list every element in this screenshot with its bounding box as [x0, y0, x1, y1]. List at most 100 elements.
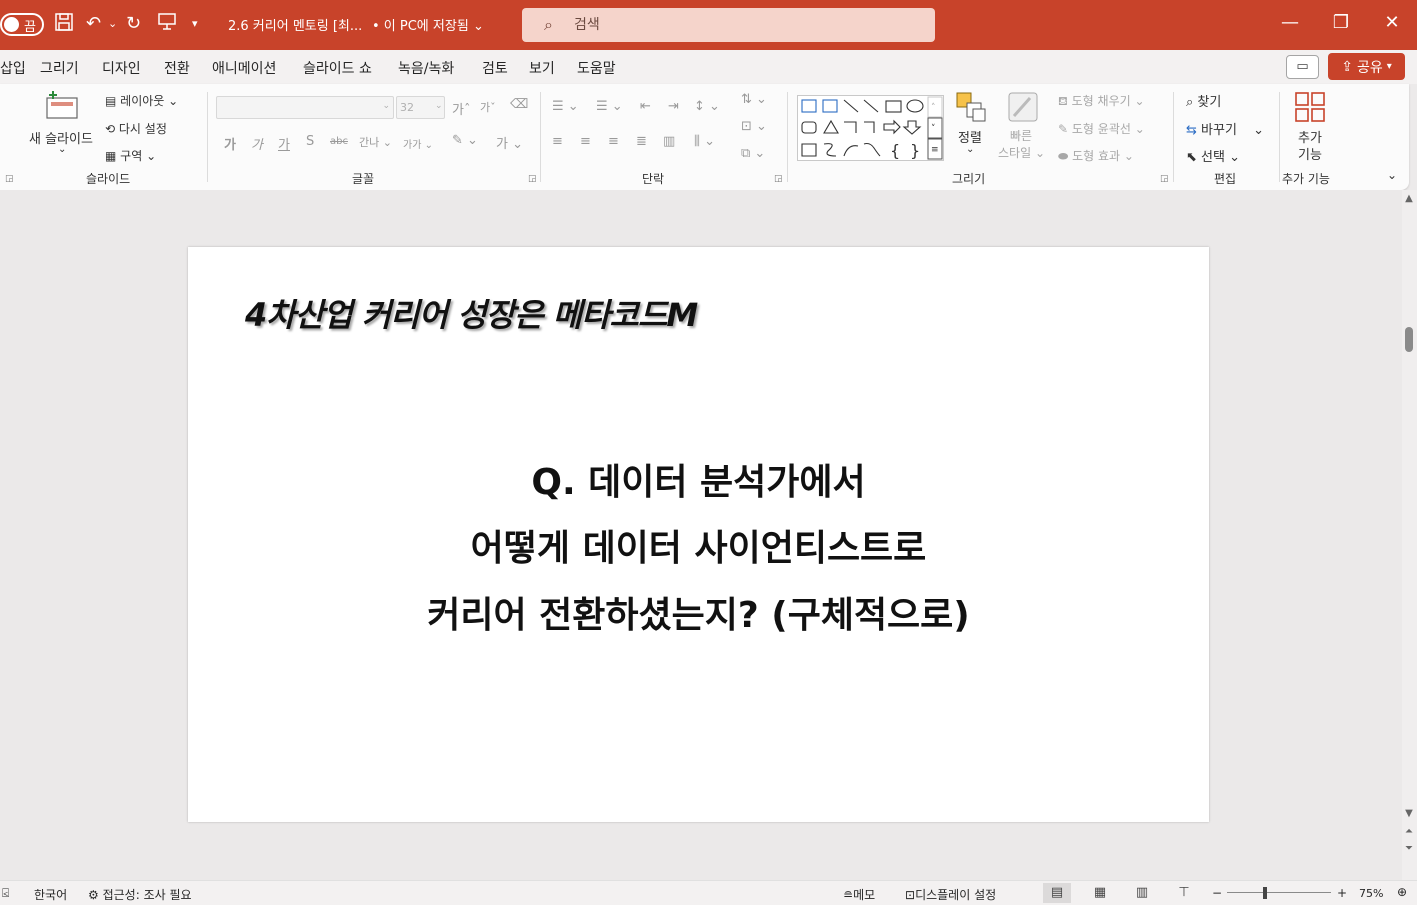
- find-button[interactable]: ⌕ 찾기: [1186, 91, 1221, 110]
- zoom-level[interactable]: 75%: [1359, 887, 1383, 900]
- normal-view-icon[interactable]: ▤: [1043, 883, 1071, 903]
- shape-outline-button[interactable]: ✎ 도형 윤곽선 ⌄: [1058, 120, 1145, 137]
- slide-sorter-icon[interactable]: ▦: [1086, 883, 1114, 903]
- notes-button[interactable]: ≘메모: [843, 886, 875, 903]
- present-icon[interactable]: [158, 12, 176, 37]
- bullets-icon[interactable]: ☰ ⌄: [552, 99, 579, 114]
- tab-draw[interactable]: 그리기: [40, 58, 79, 78]
- slideshow-view-icon[interactable]: ⊤: [1170, 883, 1198, 903]
- shape-fill-button[interactable]: ⛾ 도형 채우기 ⌄: [1058, 92, 1145, 110]
- previous-slide-icon[interactable]: ⏶: [1403, 826, 1415, 837]
- comments-button[interactable]: ▭: [1286, 55, 1319, 79]
- customize-qat-icon[interactable]: ▾: [192, 12, 198, 36]
- underline-icon[interactable]: 가: [278, 134, 290, 153]
- shapes-gallery[interactable]: { } ˄ ˅ ≡: [797, 95, 944, 161]
- zoom-out-icon[interactable]: −: [1212, 886, 1222, 900]
- tab-slideshow[interactable]: 슬라이드 쇼: [303, 58, 372, 78]
- italic-icon[interactable]: 가: [251, 134, 263, 153]
- increase-indent-icon[interactable]: ⇥: [668, 99, 679, 114]
- redo-icon[interactable]: ↻: [126, 12, 141, 36]
- text-direction-icon[interactable]: ⇅ ⌄: [741, 92, 767, 107]
- accessibility-status[interactable]: ⚙ 접근성: 조사 필요: [88, 886, 192, 903]
- slide-title[interactable]: 4차산업 커리어 성장은 메타코드M: [245, 290, 698, 336]
- grow-font-icon[interactable]: 가ˆ: [452, 99, 470, 118]
- scroll-up-icon[interactable]: ▲: [1403, 193, 1415, 204]
- share-button[interactable]: ⇪ 공유 ▾: [1328, 53, 1405, 80]
- replace-button[interactable]: ⇆ 바꾸기 ⌄: [1186, 119, 1264, 138]
- align-right-icon[interactable]: ≡: [608, 134, 619, 149]
- dialog-launcher-icon[interactable]: ◲: [5, 174, 14, 184]
- minimize-icon[interactable]: —: [1275, 12, 1305, 33]
- new-slide-icon[interactable]: [45, 90, 79, 124]
- align-center-icon[interactable]: ≡: [580, 134, 591, 149]
- strikethrough-icon[interactable]: abc: [330, 136, 348, 147]
- scrollbar-thumb[interactable]: [1405, 327, 1413, 352]
- dialog-launcher-icon[interactable]: ◲: [1160, 174, 1169, 184]
- align-left-icon[interactable]: ≡: [552, 134, 563, 149]
- tab-record[interactable]: 녹음/녹화: [398, 58, 454, 78]
- arrange-icon[interactable]: [955, 91, 987, 127]
- highlight-icon[interactable]: ✎ ⌄: [452, 133, 478, 148]
- undo-icon[interactable]: ↶: [86, 12, 101, 36]
- line-spacing-icon[interactable]: ↕ ⌄: [694, 99, 720, 114]
- distributed-icon[interactable]: ▥: [663, 134, 675, 149]
- scroll-down-icon[interactable]: ▼: [1403, 808, 1415, 819]
- fit-to-window-icon[interactable]: ⊕: [1397, 885, 1407, 899]
- reading-view-icon[interactable]: ▥: [1128, 883, 1156, 903]
- dialog-launcher-icon[interactable]: ◲: [774, 174, 783, 184]
- search-box[interactable]: ⌕: [522, 8, 935, 42]
- close-icon[interactable]: ✕: [1377, 12, 1407, 33]
- shape-effects-button[interactable]: ⬬ 도형 효과 ⌄: [1058, 147, 1134, 164]
- tab-review[interactable]: 검토: [482, 58, 508, 78]
- quick-styles-label-1[interactable]: 빠른: [1010, 127, 1032, 144]
- tab-view[interactable]: 보기: [529, 58, 555, 78]
- slide-question-line[interactable]: 커리어 전환하셨는지? (구체적으로): [188, 586, 1209, 638]
- autosave-toggle[interactable]: 끔: [0, 13, 44, 36]
- tab-help[interactable]: 도움말: [577, 58, 616, 78]
- tab-insert[interactable]: 삽입: [0, 58, 26, 78]
- tab-transitions[interactable]: 전환: [164, 58, 190, 78]
- numbering-icon[interactable]: ☰ ⌄: [596, 99, 623, 114]
- select-button[interactable]: ⬉ 선택 ⌄: [1186, 146, 1240, 165]
- shadow-icon[interactable]: S: [306, 134, 314, 149]
- spelling-icon[interactable]: ⍃: [2, 886, 9, 901]
- slide-question-line[interactable]: 어떻게 데이터 사이언티스트로: [188, 519, 1209, 571]
- vertical-scrollbar[interactable]: [1402, 190, 1417, 880]
- next-slide-icon[interactable]: ⏷: [1403, 843, 1415, 854]
- zoom-slider[interactable]: [1227, 892, 1331, 893]
- smartart-icon[interactable]: ⧉ ⌄: [741, 146, 765, 161]
- justify-icon[interactable]: ≣: [636, 134, 647, 149]
- section-button[interactable]: ▦ 구역 ⌄: [105, 147, 156, 164]
- tab-design[interactable]: 디자인: [102, 58, 141, 78]
- search-input[interactable]: [574, 15, 914, 35]
- undo-dropdown-icon[interactable]: ⌄: [108, 12, 117, 36]
- save-status[interactable]: • 이 PC에 저장됨 ⌄: [372, 15, 484, 34]
- tab-animations[interactable]: 애니메이션: [212, 58, 276, 78]
- chevron-down-icon[interactable]: ⌄: [966, 144, 974, 155]
- quick-styles-label-2[interactable]: 스타일 ⌄: [998, 144, 1045, 161]
- restore-icon[interactable]: ❐: [1326, 12, 1356, 33]
- columns-icon[interactable]: ⫼ ⌄: [694, 134, 715, 149]
- font-family-box[interactable]: ⌄: [216, 96, 394, 119]
- shrink-font-icon[interactable]: 가ˇ: [480, 99, 496, 115]
- dialog-launcher-icon[interactable]: ◲: [528, 174, 537, 184]
- clear-format-icon[interactable]: ⌫: [510, 97, 528, 112]
- font-color-icon[interactable]: 가 ⌄: [496, 133, 523, 152]
- addins-icon[interactable]: [1294, 91, 1326, 127]
- reset-button[interactable]: ⟲ 다시 설정: [105, 120, 167, 137]
- zoom-slider-thumb[interactable]: [1263, 887, 1267, 899]
- slide-question-line[interactable]: Q. 데이터 분석가에서: [188, 453, 1209, 505]
- display-settings-button[interactable]: ⊡디스플레이 설정: [905, 886, 996, 903]
- char-spacing-icon[interactable]: 간나 ⌄: [359, 134, 392, 150]
- align-text-icon[interactable]: ⊡ ⌄: [741, 119, 767, 134]
- change-case-icon[interactable]: 가가 ⌄: [403, 136, 433, 151]
- bold-icon[interactable]: 가: [224, 134, 236, 153]
- language-status[interactable]: 한국어: [34, 886, 67, 903]
- addins-label-2[interactable]: 기능: [1298, 144, 1322, 163]
- decrease-indent-icon[interactable]: ⇤: [640, 99, 651, 114]
- font-size-box[interactable]: 32 ⌄: [396, 96, 445, 119]
- quick-styles-icon[interactable]: [1006, 90, 1040, 128]
- save-icon[interactable]: [54, 12, 74, 39]
- zoom-in-icon[interactable]: +: [1337, 886, 1347, 900]
- document-title[interactable]: 2.6 커리어 멘토링 [최...: [228, 15, 362, 34]
